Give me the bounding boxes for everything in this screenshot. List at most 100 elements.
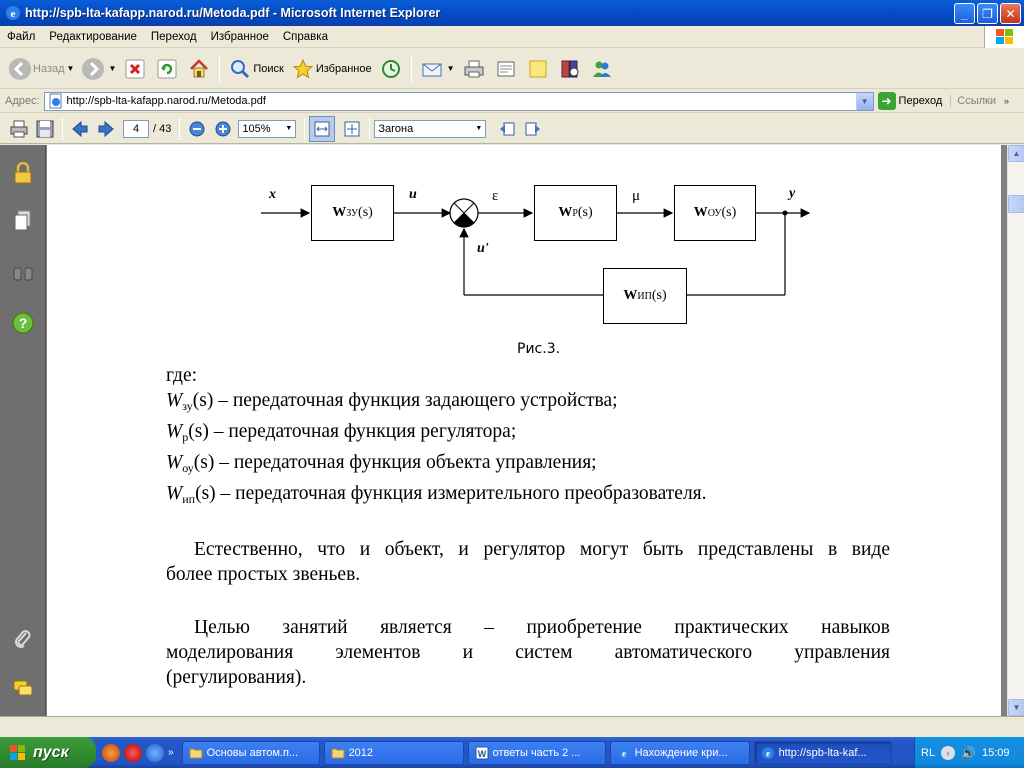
block-diagram: W ЗУ (s) W Р (s) W ОУ (s) W ИП (s) x u ε μ y u' [247, 175, 837, 330]
scroll-down-icon[interactable]: ▼ [1008, 699, 1024, 716]
favorites-button[interactable]: Избранное [287, 52, 375, 86]
task-folder-2[interactable]: 2012 [323, 740, 464, 765]
zoom-select[interactable]: 105% ▼ [238, 119, 297, 138]
note-icon [525, 56, 551, 82]
zoom-out-button[interactable] [184, 116, 210, 142]
page-number-input[interactable]: 4 [123, 119, 149, 138]
firefox-icon[interactable] [102, 743, 120, 762]
menu-edit[interactable]: Редактирование [42, 26, 144, 48]
menu-file[interactable]: Файл [0, 26, 42, 48]
volume-icon[interactable]: 🔊 [961, 746, 976, 760]
page-icon [49, 93, 62, 109]
back-arrow-icon [7, 56, 33, 82]
pdf-prev-page-button[interactable] [67, 116, 93, 142]
print-button[interactable] [458, 52, 490, 86]
comments-icon[interactable] [9, 675, 37, 703]
menu-help[interactable]: Справка [276, 26, 335, 48]
paragraph-2-line-2: моделирования элементов и систем автомат… [166, 642, 890, 663]
vertical-scrollbar[interactable]: ▲ ▼ [1007, 145, 1024, 716]
quick-launch-chevron-icon[interactable]: » [168, 747, 174, 758]
task-ie-2[interactable]: e http://spb-lta-kaf... [753, 740, 892, 765]
history-icon [378, 56, 404, 82]
signal-mu: μ [632, 188, 641, 204]
menu-go[interactable]: Переход [144, 26, 204, 48]
forward-button[interactable]: ▼ [77, 52, 119, 86]
task-folder-1[interactable]: Основы автом.п... [181, 740, 320, 765]
edit-button[interactable] [490, 52, 522, 86]
figure-caption: Рис.3. [517, 341, 561, 357]
fit-width-button[interactable] [309, 115, 336, 142]
address-dropdown-icon[interactable]: ▼ [855, 92, 873, 110]
find-previous-icon [500, 122, 515, 135]
svg-text:e: e [766, 748, 770, 758]
refresh-button[interactable] [151, 52, 183, 86]
signal-u: u [409, 187, 417, 202]
binoculars-icon[interactable] [9, 259, 37, 287]
fit-page-button[interactable] [339, 116, 365, 142]
close-button[interactable]: ✕ [1000, 3, 1021, 24]
stop-icon [122, 56, 148, 82]
scroll-thumb[interactable] [1008, 195, 1024, 213]
ie-icon[interactable] [146, 743, 164, 762]
maximize-button[interactable]: ❐ [977, 3, 998, 24]
forward-arrow-icon [80, 56, 106, 82]
messenger-button[interactable] [586, 52, 618, 86]
zoom-in-icon [215, 121, 231, 136]
back-button[interactable]: Назад ▼ [4, 52, 77, 86]
word-document-icon: W [475, 746, 489, 759]
ie-icon: e [617, 746, 630, 759]
folder-icon [331, 748, 345, 758]
stop-button[interactable] [119, 52, 151, 86]
paragraph-2-line-3: (регулирования). [166, 667, 307, 688]
opera-icon[interactable] [124, 743, 142, 762]
navigation-rail: ? [0, 145, 46, 716]
go-arrow-icon: ➜ [877, 92, 896, 110]
paperclip-icon[interactable] [9, 625, 37, 653]
window-title: http://spb-lta-kafapp.narod.ru/Metoda.pd… [25, 6, 441, 20]
pdf-print-button[interactable] [6, 116, 32, 142]
menu-favorites[interactable]: Избранное [204, 26, 276, 48]
pdf-save-button[interactable] [32, 116, 58, 142]
links-chevron-icon[interactable]: » [1004, 96, 1009, 106]
signal-y: y [789, 186, 796, 201]
task-ie-1[interactable]: e Нахождение кри... [609, 740, 750, 765]
language-indicator[interactable]: RL [921, 747, 935, 759]
home-icon [186, 56, 212, 82]
messenger-icon [589, 56, 615, 82]
clock: 15:09 [982, 746, 1010, 759]
tray-expand-icon[interactable]: ‹ [941, 745, 956, 760]
zoom-in-button[interactable] [210, 116, 236, 142]
pages-icon[interactable] [9, 207, 37, 235]
svg-text:?: ? [19, 315, 28, 331]
discuss-button[interactable] [522, 52, 554, 86]
home-button[interactable] [183, 52, 215, 86]
windows-logo-icon [984, 26, 1024, 48]
ie-icon: e [761, 746, 774, 759]
block-w-p: W Р (s) [534, 185, 617, 241]
find-next-button[interactable] [520, 116, 546, 142]
help-icon[interactable]: ? [9, 309, 37, 337]
go-button[interactable]: ➜ Переход [877, 92, 942, 110]
research-icon [557, 56, 583, 82]
address-label: Адрес: [5, 95, 40, 107]
mail-button[interactable]: ▼ [416, 52, 458, 86]
search-button[interactable]: Поиск [224, 52, 286, 86]
ie-icon: e [5, 5, 21, 21]
system-tray: RL ‹ 🔊 15:09 [914, 737, 1024, 768]
minimize-button[interactable]: _ [954, 3, 975, 24]
find-input[interactable]: Загона ▼ [374, 119, 487, 138]
links-toolbar[interactable]: Ссылки [950, 95, 996, 107]
lock-icon[interactable] [9, 159, 37, 187]
start-button[interactable]: пуск [0, 737, 96, 768]
svg-text:e: e [11, 8, 16, 20]
address-input[interactable]: http://spb-lta-kafapp.narod.ru/Metoda.pd… [43, 91, 874, 111]
history-button[interactable] [375, 52, 407, 86]
research-button[interactable] [554, 52, 586, 86]
scroll-up-icon[interactable]: ▲ [1008, 145, 1024, 162]
pdf-next-page-button[interactable] [93, 116, 119, 142]
find-previous-button[interactable] [494, 116, 520, 142]
task-word[interactable]: W ответы часть 2 ... [467, 740, 606, 765]
svg-text:e: e [622, 748, 626, 758]
chevron-down-icon: ▼ [285, 125, 293, 132]
save-disk-icon [36, 120, 54, 137]
